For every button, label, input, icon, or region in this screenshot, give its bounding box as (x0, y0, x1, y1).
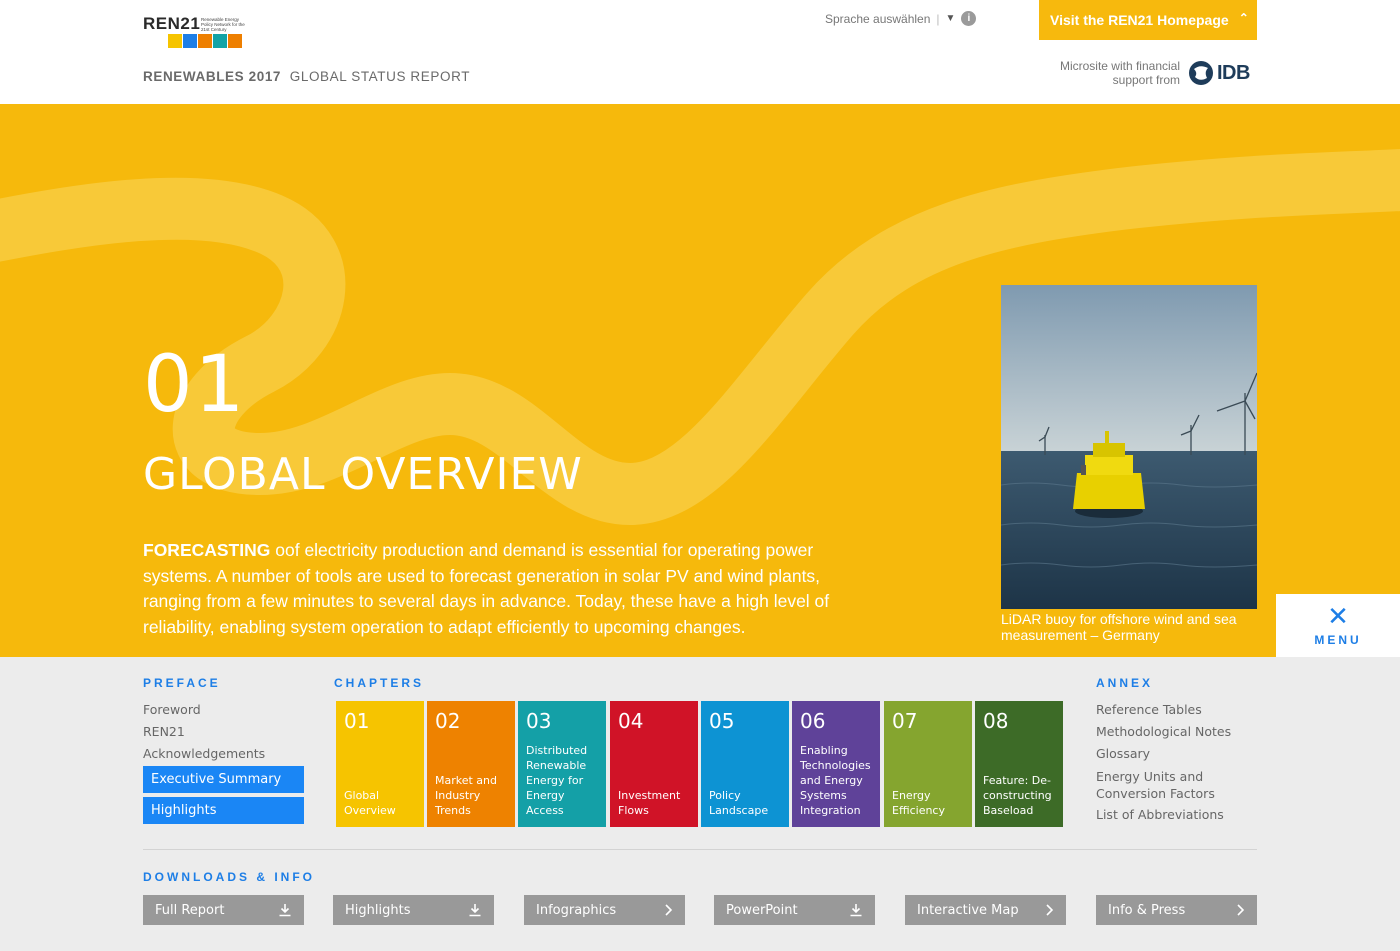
button-label: Infographics (536, 902, 617, 918)
button-label: Interactive Map (917, 902, 1019, 918)
chapter-tile-number: 08 (983, 709, 1009, 733)
language-label[interactable]: Sprache auswählen (825, 12, 930, 26)
annex-link-glossary[interactable]: Glossary (1096, 746, 1150, 761)
idb-logo[interactable]: IDB (1188, 60, 1250, 86)
ren21-logo[interactable]: REN21 Renewable Energy Policy Network fo… (143, 14, 253, 50)
highlights-download-button[interactable]: Highlights (333, 895, 494, 925)
visit-homepage-label: Visit the REN21 Homepage (1050, 12, 1229, 28)
chevron-right-icon (665, 904, 673, 916)
annex-link-abbreviations[interactable]: List of Abbreviations (1096, 807, 1224, 822)
button-label: Highlights (345, 902, 411, 918)
sponsor-line-1: Microsite with financial (1059, 59, 1180, 73)
download-icon (279, 904, 291, 917)
language-selector[interactable]: Sprache auswählen | ▼ i (825, 11, 977, 26)
annex-link-reference-tables[interactable]: Reference Tables (1096, 702, 1202, 717)
chapter-tile-number: 03 (526, 709, 552, 733)
chapter-tile-number: 04 (618, 709, 644, 733)
navigation-panel: PREFACE Foreword REN21 Acknowledgements … (0, 657, 1400, 951)
downloads-heading: DOWNLOADS & INFO (143, 870, 315, 884)
download-icon (469, 904, 481, 917)
chapter-tile-number: 06 (800, 709, 826, 733)
info-press-button[interactable]: Info & Press (1096, 895, 1257, 925)
language-separator: | (936, 11, 940, 26)
hero-banner: 01 GLOBAL OVERVIEW FORECASTING oof elect… (0, 104, 1400, 657)
chapter-tile-name: Enabling Technologies and Energy Systems… (800, 744, 871, 817)
chapter-tile-number: 07 (892, 709, 918, 733)
lidar-buoy-image (1001, 285, 1257, 609)
chapter-tile-number: 01 (344, 709, 370, 733)
powerpoint-button[interactable]: PowerPoint (714, 895, 875, 925)
hero-intro-text: FORECASTING oof electricity production a… (143, 538, 843, 640)
chapter-number: 01 (143, 340, 247, 430)
highlights-link[interactable]: Highlights (143, 797, 304, 824)
close-icon: ✕ (1327, 601, 1349, 632)
hydro-icon (213, 34, 227, 48)
chevron-right-icon (1237, 904, 1245, 916)
logo-icon-squares (168, 34, 242, 48)
chapter-tile-05[interactable]: 05 Policy Landscape (701, 701, 789, 827)
menu-label: MENU (1314, 632, 1362, 647)
chapter-tile-06[interactable]: 06 Enabling Technologies and Energy Syst… (792, 701, 880, 827)
annex-heading: ANNEX (1096, 676, 1154, 690)
idb-wordmark: IDB (1217, 61, 1250, 84)
site-header: REN21 Renewable Energy Policy Network fo… (0, 0, 1400, 104)
chevron-right-icon (1046, 904, 1054, 916)
chapter-tile-name: Distributed Renewable Energy for Energy … (526, 744, 588, 817)
biomass-icon (228, 34, 242, 48)
chapter-tile-name: Investment Flows (618, 789, 681, 817)
infographics-button[interactable]: Infographics (524, 895, 685, 925)
executive-summary-link[interactable]: Executive Summary (143, 766, 304, 793)
hero-intro-bold: FORECASTING (143, 540, 271, 560)
chapter-tile-number: 05 (709, 709, 735, 733)
section-divider (143, 849, 1257, 850)
button-label: Info & Press (1108, 902, 1186, 918)
annex-link-methodological-notes[interactable]: Methodological Notes (1096, 724, 1231, 739)
chapter-tile-04[interactable]: 04 Investment Flows (610, 701, 698, 827)
chevron-up-icon: ⌃ (1238, 11, 1249, 25)
chapter-tile-name: Feature: De-constructing Baseload (983, 774, 1052, 817)
button-label: PowerPoint (726, 902, 798, 918)
report-title: RENEWABLES 2017 GLOBAL STATUS REPORT (143, 69, 470, 84)
chapter-tile-name: Global Overview (344, 789, 396, 817)
chapter-tile-02[interactable]: 02 Market and Industry Trends (427, 701, 515, 827)
chapter-tile-name: Policy Landscape (709, 789, 769, 817)
preface-link-ren21[interactable]: REN21 (143, 724, 185, 739)
preface-link-foreword[interactable]: Foreword (143, 702, 201, 717)
logo-tagline: Renewable Energy Policy Network for the … (201, 17, 245, 32)
report-name: GLOBAL STATUS REPORT (289, 69, 471, 84)
wind-icon (183, 34, 197, 48)
chapter-tile-name: Energy Efficiency (892, 789, 945, 817)
chapter-tile-03[interactable]: 03 Distributed Renewable Energy for Ener… (518, 701, 606, 827)
chapter-tile-01[interactable]: 01 Global Overview (336, 701, 424, 827)
report-year: RENEWABLES 2017 (143, 69, 282, 84)
solar-icon (168, 34, 182, 48)
chapter-title: GLOBAL OVERVIEW (143, 449, 583, 500)
info-icon[interactable]: i (961, 11, 977, 26)
chapter-tile-07[interactable]: 07 Energy Efficiency (884, 701, 972, 827)
preface-heading: PREFACE (143, 676, 221, 690)
chapter-tile-name: Market and Industry Trends (435, 774, 498, 817)
chapters-heading: CHAPTERS (334, 676, 425, 690)
interactive-map-button[interactable]: Interactive Map (905, 895, 1066, 925)
geothermal-icon (198, 34, 212, 48)
menu-toggle-button[interactable]: ✕ MENU (1276, 594, 1400, 657)
annex-link-energy-units[interactable]: Energy Units and Conversion Factors (1096, 768, 1236, 802)
globe-icon (1189, 61, 1213, 85)
download-icon (850, 904, 862, 917)
button-label: Full Report (155, 902, 225, 918)
preface-link-acknowledgements[interactable]: Acknowledgements (143, 746, 265, 761)
chapter-tile-08[interactable]: 08 Feature: De-constructing Baseload (975, 701, 1063, 827)
photo-caption: LiDAR buoy for offshore wind and sea mea… (1001, 611, 1237, 643)
sponsor-note: Microsite with financial support from (1040, 59, 1180, 87)
logo-wordmark: REN21 (143, 14, 201, 33)
chapter-tile-number: 02 (435, 709, 461, 733)
full-report-button[interactable]: Full Report (143, 895, 304, 925)
dropdown-arrow-icon[interactable]: ▼ (946, 13, 956, 24)
visit-homepage-button[interactable]: Visit the REN21 Homepage ⌃ (1039, 0, 1257, 40)
sponsor-line-2: support from (1112, 73, 1180, 87)
hero-photo (1001, 285, 1257, 609)
